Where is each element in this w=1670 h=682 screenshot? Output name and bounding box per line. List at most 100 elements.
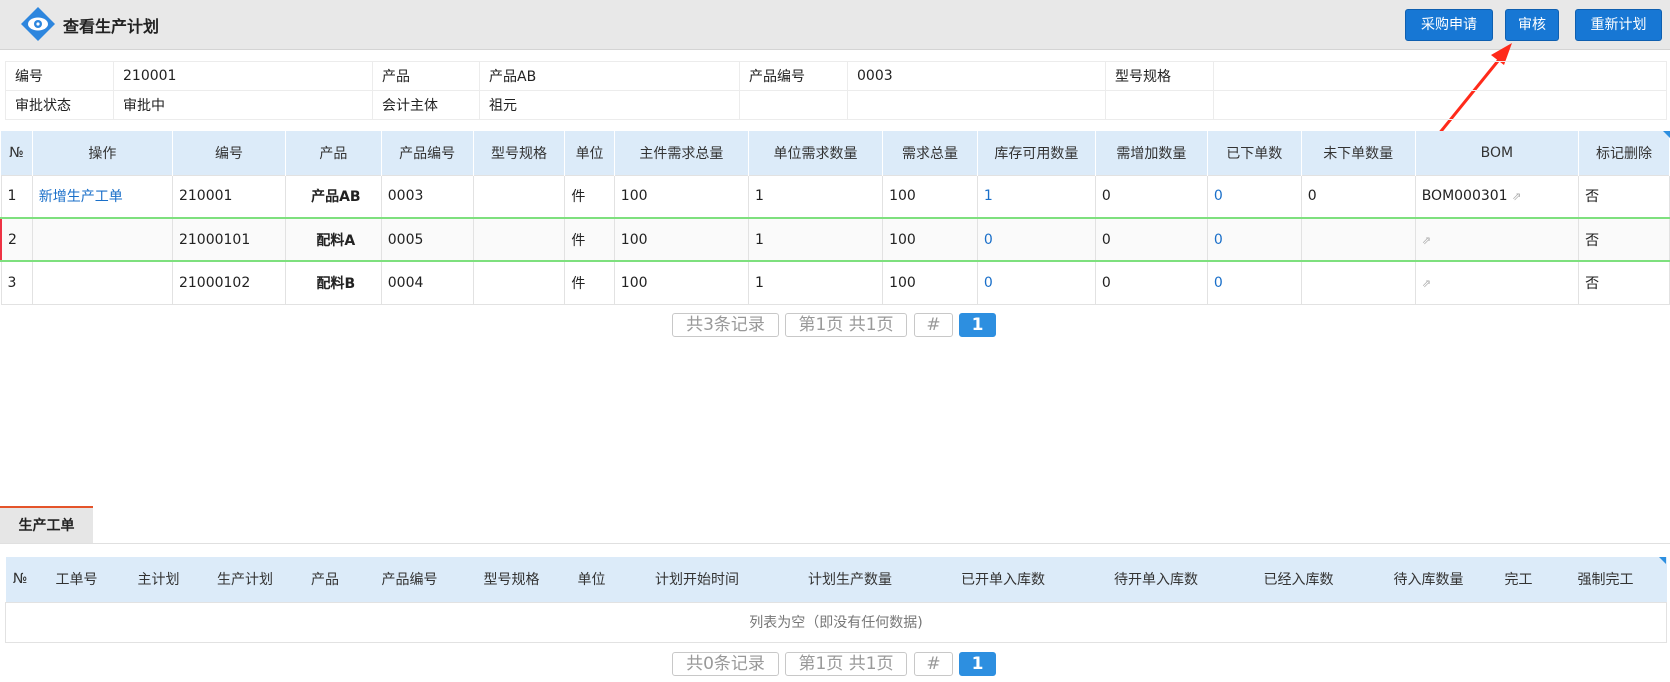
new-work-order-link[interactable]: 新增生产工单: [31, 174, 173, 219]
col-header[interactable]: 计划生产数量: [773, 557, 927, 602]
col-header[interactable]: 型号规格: [473, 131, 566, 175]
col-header[interactable]: 需增加数量: [1095, 131, 1208, 175]
pager-records: 共3条记录: [672, 313, 779, 337]
col-header[interactable]: 待入库数量: [1364, 557, 1493, 602]
cell-unit: 件: [564, 260, 615, 305]
cell-unit: 件: [564, 217, 615, 262]
eye-logo-icon: [21, 7, 55, 41]
cell-available-stock-link[interactable]: 0: [976, 260, 1096, 305]
col-header[interactable]: 已经入库数: [1232, 557, 1365, 602]
col-header[interactable]: №: [1, 131, 33, 175]
cell-unordered: 0: [1300, 174, 1416, 219]
external-link-icon[interactable]: ⇗: [1422, 234, 1431, 247]
cell-bom: ⇗: [1414, 260, 1580, 305]
col-header[interactable]: 已下单数: [1207, 131, 1302, 175]
info-empty: [1213, 90, 1667, 120]
col-header[interactable]: 库存可用数量: [977, 131, 1096, 175]
row-number: 3: [0, 260, 33, 305]
col-header[interactable]: 操作: [32, 131, 173, 175]
info-value: 0003: [847, 61, 1106, 91]
audit-button[interactable]: 审核: [1505, 9, 1559, 41]
cell-spec: [472, 174, 566, 219]
pager-pages: 第1页 共1页: [785, 313, 907, 337]
cell-unit-demand: 1: [747, 260, 884, 305]
cell-main-demand: 100: [613, 217, 749, 262]
cell-unordered: [1300, 217, 1416, 262]
cell-ordered-link[interactable]: 0: [1206, 174, 1302, 219]
col-header[interactable]: №: [5, 557, 35, 602]
pager-jump-button[interactable]: #: [914, 313, 953, 337]
grid-corner-marker: [1659, 557, 1666, 564]
cell-deleted: 否: [1578, 260, 1670, 305]
col-header[interactable]: 型号规格: [460, 557, 563, 602]
col-header[interactable]: 单位: [564, 131, 615, 175]
cell-spec: [472, 260, 566, 305]
pager-current-page[interactable]: 1: [959, 313, 996, 337]
info-empty: [739, 90, 848, 120]
top-bar: 查看生产计划 采购申请 审核 重新计划: [0, 0, 1670, 50]
cell-deleted: 否: [1578, 217, 1670, 262]
pager-pages: 第1页 共1页: [785, 652, 907, 676]
table-row[interactable]: 1 新增生产工单 210001 产品AB 0003 件 100 1 100 1 …: [0, 174, 1670, 219]
cell-unit-demand: 1: [747, 174, 884, 219]
external-link-icon[interactable]: ⇗: [1422, 277, 1431, 290]
col-header[interactable]: BOM: [1415, 131, 1580, 175]
col-header[interactable]: 工单号: [34, 557, 119, 602]
grid-corner-marker: [1663, 131, 1670, 138]
row-number: 1: [0, 174, 33, 219]
cell-operation: [31, 217, 173, 262]
cell-available-stock-link[interactable]: 1: [976, 174, 1096, 219]
info-label: 编号: [5, 61, 114, 91]
col-header[interactable]: 产品编号: [381, 131, 474, 175]
info-value: 审批中: [113, 90, 373, 120]
replan-button[interactable]: 重新计划: [1575, 9, 1662, 41]
bom-link[interactable]: BOM000301: [1422, 188, 1508, 204]
cell-ordered-link[interactable]: 0: [1206, 217, 1302, 262]
cell-unordered: [1300, 260, 1416, 305]
col-header[interactable]: 标记删除: [1578, 131, 1670, 175]
purchase-request-button[interactable]: 采购申请: [1405, 9, 1493, 41]
col-header[interactable]: 主件需求总量: [614, 131, 749, 175]
col-header[interactable]: 生产计划: [198, 557, 292, 602]
info-value: 产品AB: [479, 61, 740, 91]
info-value: [1213, 61, 1667, 91]
page-title: 查看生产计划: [63, 17, 160, 36]
cell-spec: [472, 217, 566, 262]
cell-add-qty: 0: [1094, 260, 1208, 305]
info-value: 210001: [113, 61, 373, 91]
col-header[interactable]: 需求总量: [882, 131, 978, 175]
col-header[interactable]: 已开单入库数: [926, 557, 1080, 602]
tab-work-orders[interactable]: 生产工单: [0, 506, 93, 544]
cell-available-stock-link[interactable]: 0: [976, 217, 1096, 262]
cell-total-demand: 100: [882, 260, 978, 305]
pager-records: 共0条记录: [672, 652, 779, 676]
col-header[interactable]: 完工: [1492, 557, 1545, 602]
cell-total-demand: 100: [882, 174, 978, 219]
info-label: 会计主体: [372, 90, 480, 120]
col-header[interactable]: 产品: [285, 131, 382, 175]
col-header[interactable]: 强制完工: [1544, 557, 1667, 602]
col-header[interactable]: 单位: [562, 557, 621, 602]
cell-code: 21000102: [171, 260, 286, 305]
col-header[interactable]: 产品编号: [358, 557, 461, 602]
cell-ordered-link[interactable]: 0: [1206, 260, 1302, 305]
external-link-icon[interactable]: ⇗: [1512, 190, 1521, 203]
cell-product-code: 0004: [380, 260, 474, 305]
pager-jump-button[interactable]: #: [914, 652, 953, 676]
info-label: 产品: [372, 61, 480, 91]
cell-operation: [31, 260, 173, 305]
cell-code: 21000101: [171, 217, 286, 262]
col-header[interactable]: 编号: [172, 131, 286, 175]
col-header[interactable]: 未下单数量: [1301, 131, 1416, 175]
cell-product: 产品AB: [284, 174, 382, 219]
col-header[interactable]: 产品: [291, 557, 359, 602]
pager-current-page[interactable]: 1: [959, 652, 996, 676]
table-row[interactable]: 2 21000101 配料A 0005 件 100 1 100 0 0 0 ⇗ …: [0, 217, 1670, 262]
col-header[interactable]: 主计划: [118, 557, 199, 602]
col-header[interactable]: 待开单入库数: [1079, 557, 1233, 602]
cell-main-demand: 100: [613, 174, 749, 219]
col-header[interactable]: 单位需求数量: [748, 131, 884, 175]
col-header[interactable]: 计划开始时间: [620, 557, 774, 602]
table-row[interactable]: 3 21000102 配料B 0004 件 100 1 100 0 0 0 ⇗ …: [0, 260, 1670, 305]
info-label: 产品编号: [739, 61, 848, 91]
